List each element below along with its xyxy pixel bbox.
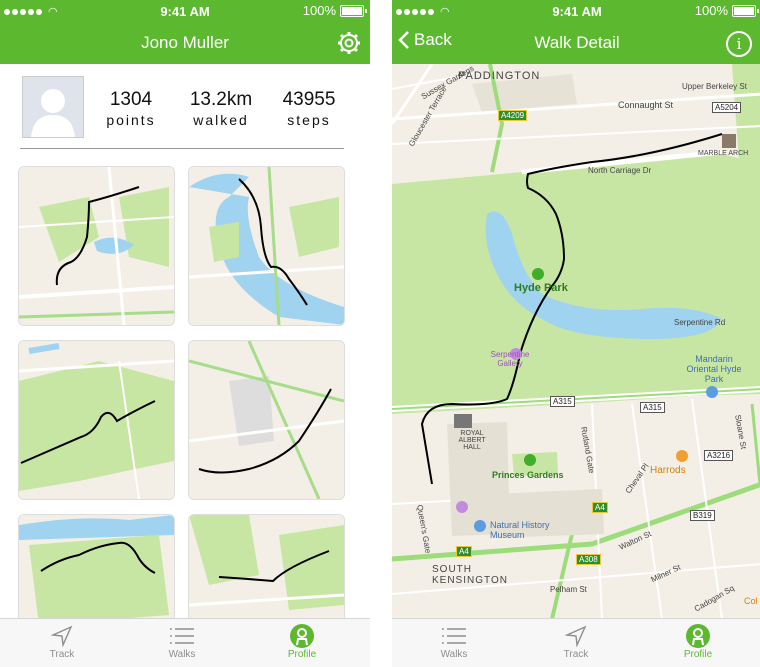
tab-label: Track (563, 649, 589, 660)
gear-icon[interactable] (336, 30, 362, 56)
battery-icon (340, 4, 367, 17)
tab-walks[interactable]: Walks (142, 623, 222, 660)
map-canvas (392, 64, 760, 619)
tab-walks[interactable]: Walks (414, 623, 494, 660)
walk-map (19, 341, 174, 499)
tab-label: Walks (440, 649, 468, 660)
walk-map (189, 167, 344, 325)
page-title: Jono Muller (141, 33, 229, 52)
distance-label: walked (193, 112, 249, 128)
road-sign: A308 (576, 554, 601, 565)
tab-label: Walks (168, 649, 196, 660)
tab-bar: Track Walks Profile (0, 618, 370, 667)
map-label: Princes Gardens (492, 470, 564, 480)
battery-indicator: 100% (694, 3, 759, 18)
points-stat: 1304 points (100, 89, 162, 128)
map-label: Natural History Museum (490, 520, 550, 540)
profile-screen: ◠ 9:41 AM 100% Jono Muller 1304 points 1… (0, 0, 370, 667)
map-label: Harrods (650, 465, 686, 476)
walk-map (19, 167, 174, 325)
map-label: Hyde Park (514, 282, 568, 294)
map-label: MARBLE ARCH (698, 150, 749, 157)
map-label: Mandarin Oriental Hyde Park (686, 354, 742, 384)
walk-detail-screen: ◠ 9:41 AM 100% Back Walk Detail i PADDIN… (392, 0, 760, 667)
map-label: Pelham St (550, 585, 587, 594)
status-bar: ◠ 9:41 AM 100% (0, 0, 370, 22)
tab-label: Profile (287, 649, 317, 660)
steps-label: steps (287, 112, 331, 128)
map-label: Serpentine Rd (674, 318, 726, 327)
walk-thumbnail[interactable] (188, 166, 345, 326)
tab-bar: Walks Track Profile (392, 618, 760, 667)
road-sign: A4 (592, 502, 608, 513)
map-label: North Carriage Dr (588, 166, 652, 175)
walk-map (189, 341, 344, 499)
person-icon (686, 624, 710, 648)
points-label: points (106, 112, 156, 128)
walk-thumbnail[interactable] (18, 340, 175, 500)
person-icon (290, 624, 314, 648)
walk-thumbnail[interactable] (188, 340, 345, 500)
tab-profile[interactable]: Profile (262, 623, 342, 660)
list-icon (442, 628, 466, 644)
steps-value: 43955 (282, 89, 336, 110)
walk-thumbnail[interactable] (18, 166, 175, 326)
road-sign: A4209 (498, 110, 528, 121)
battery-percent: 100% (694, 3, 728, 18)
steps-stat: 43955 steps (276, 89, 342, 128)
page-title: Walk Detail (534, 33, 620, 52)
points-value: 1304 (109, 89, 153, 110)
battery-percent: 100% (302, 3, 336, 18)
map-label: Serpentine Gallery (490, 350, 530, 368)
road-sign: A315 (640, 402, 665, 413)
distance-value: 13.2km (189, 89, 253, 110)
road-sign: A5204 (712, 102, 742, 113)
divider (20, 148, 344, 149)
map-label: Col (744, 596, 758, 606)
profile-header: 1304 points 13.2km walked 43955 steps (0, 64, 362, 154)
tab-track[interactable]: Track (536, 623, 616, 660)
tab-label: Track (49, 649, 75, 660)
distance-stat: 13.2km walked (186, 89, 256, 128)
tab-track[interactable]: Track (22, 623, 102, 660)
tab-profile[interactable]: Profile (658, 623, 738, 660)
navigation-arrow-icon (51, 625, 73, 647)
battery-indicator: 100% (302, 3, 367, 18)
road-sign: A4 (456, 546, 472, 557)
map-label: Upper Berkeley St (682, 82, 747, 91)
map-label: Connaught St (618, 100, 674, 110)
map-label: ROYAL ALBERT HALL (458, 430, 486, 451)
battery-icon (732, 4, 759, 17)
road-sign: B319 (690, 510, 715, 521)
road-sign: A3216 (704, 450, 734, 461)
person-silhouette-icon (23, 77, 83, 137)
navigation-bar: Back Walk Detail i (392, 22, 760, 64)
map-label: SOUTH KENSINGTON (432, 564, 508, 586)
navigation-arrow-icon (565, 625, 587, 647)
walk-map[interactable]: PADDINGTON Connaught St Upper Berkeley S… (392, 64, 760, 619)
avatar[interactable] (22, 76, 84, 138)
status-bar: ◠ 9:41 AM 100% (392, 0, 760, 22)
road-sign: A315 (550, 396, 575, 407)
info-icon[interactable]: i (726, 31, 752, 57)
tab-label: Profile (683, 649, 713, 660)
navigation-bar: Jono Muller (0, 22, 370, 64)
list-icon (170, 628, 194, 644)
